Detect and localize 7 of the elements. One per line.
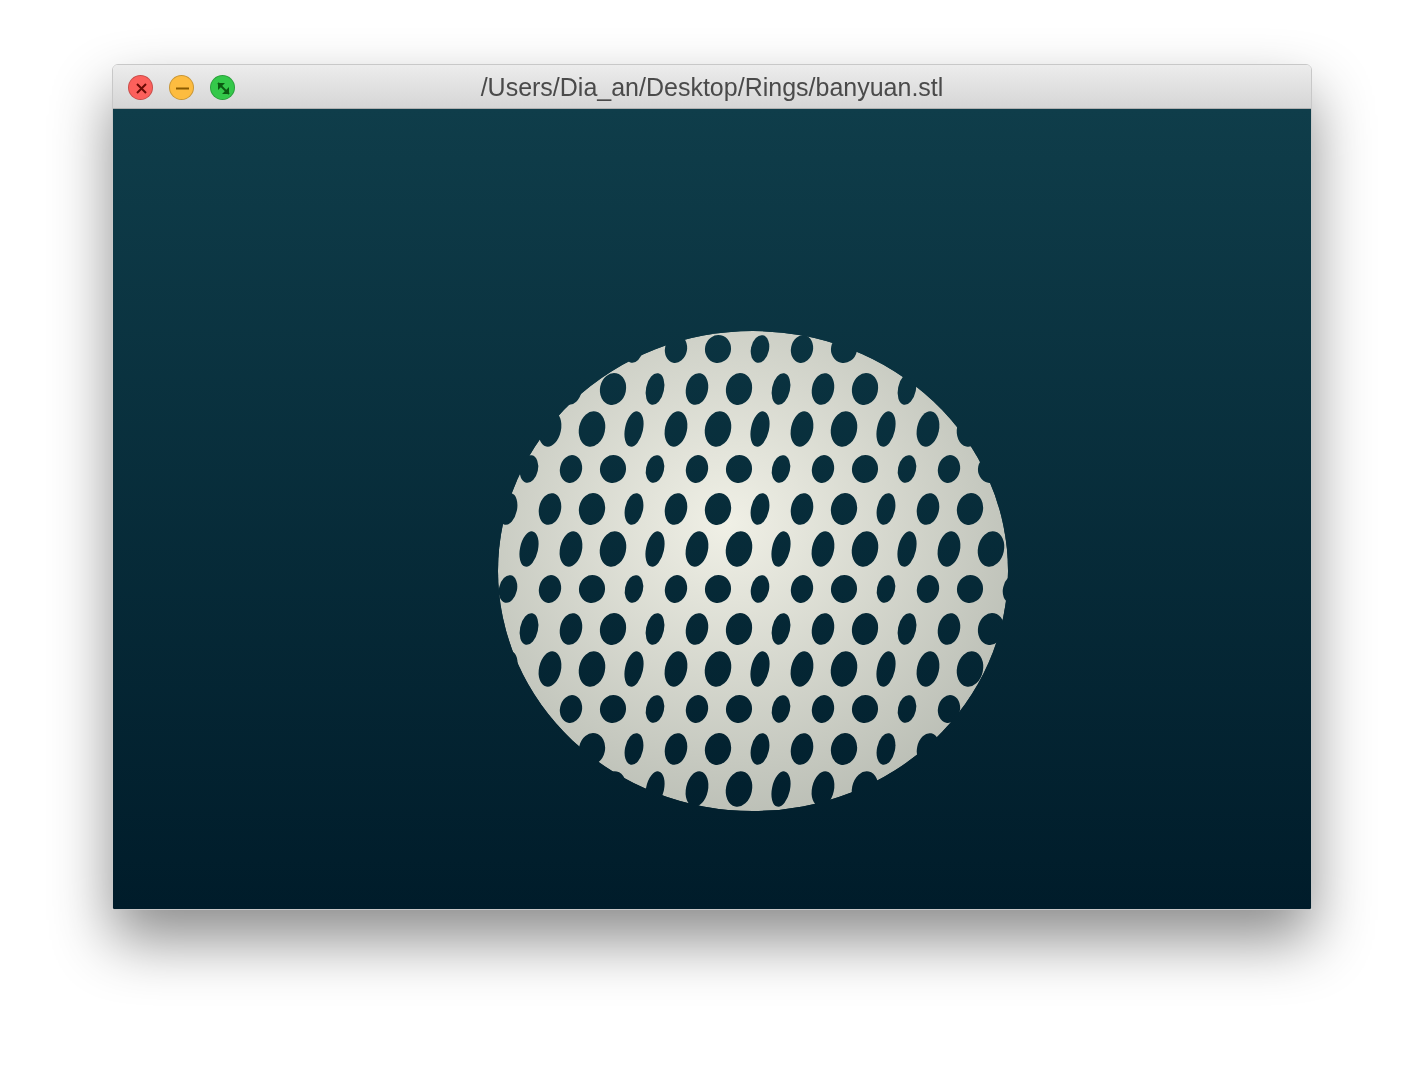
zoom-button[interactable] bbox=[210, 75, 235, 100]
close-button[interactable] bbox=[128, 75, 153, 100]
window-title: /Users/Dia_an/Desktop/Rings/banyuan.stl bbox=[480, 72, 944, 103]
minimize-button[interactable] bbox=[169, 75, 194, 100]
x-icon bbox=[136, 83, 147, 95]
minus-icon bbox=[175, 87, 190, 90]
arrows-icon bbox=[217, 82, 230, 96]
